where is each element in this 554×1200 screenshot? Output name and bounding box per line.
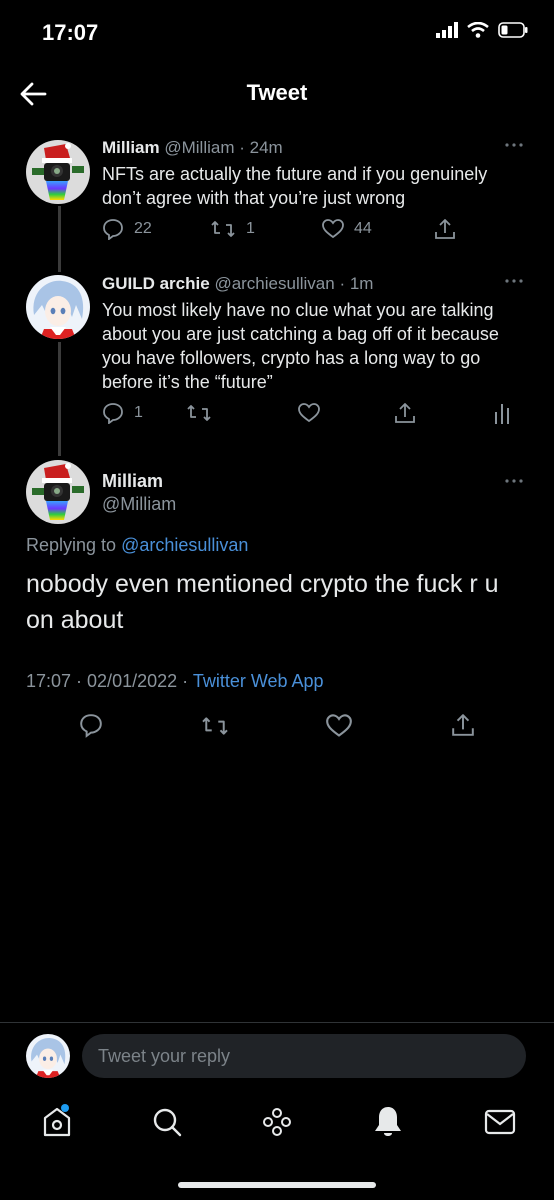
reply-icon [102,218,124,240]
main-tweet-text: nobody even mentioned crypto the fuck r … [26,570,499,634]
home-icon[interactable] [42,1104,72,1138]
retweet-count: 1 [246,220,255,237]
tweet-actions: 22 1 44 [102,218,482,240]
notifications-icon[interactable] [373,1105,403,1139]
share-icon [434,218,456,240]
like-button[interactable] [298,403,394,423]
notification-dot [61,1104,69,1112]
messages-icon[interactable] [484,1108,516,1136]
retweet-button[interactable] [186,402,298,424]
search-icon[interactable] [151,1106,183,1138]
more-icon[interactable] [504,476,524,486]
tweet-source[interactable]: Twitter Web App [193,671,324,691]
tweet-text: NFTs are actually the future and if you … [102,164,488,208]
like-button[interactable]: 44 [322,219,434,239]
retweet-icon [210,218,236,240]
tweet-time: · 24m [239,138,283,157]
signal-icon [436,22,458,38]
page-title: Tweet [246,80,308,105]
status-icons [436,22,528,38]
share-icon [394,402,416,424]
like-icon [298,403,320,423]
analytics-button[interactable] [494,402,510,424]
avatar[interactable] [26,460,90,524]
retweet-icon [186,402,212,424]
tweet-timestamp: 17:07 · 02/01/2022 · [26,671,189,691]
tweet-text: You most likely have no clue what you ar… [102,300,499,392]
share-button[interactable] [434,218,456,240]
spaces-icon[interactable] [261,1106,293,1138]
retweet-icon[interactable] [200,714,230,738]
home-indicator [178,1182,376,1188]
reply-icon[interactable] [79,712,103,738]
reply-button[interactable]: 1 [102,402,186,424]
replying-to: Replying to @archiesullivan [26,535,248,556]
retweet-button[interactable]: 1 [210,218,322,240]
wifi-icon [467,22,489,38]
share-button[interactable] [394,402,494,424]
display-name[interactable]: Milliam [102,471,163,492]
share-icon[interactable] [451,712,475,738]
user-handle[interactable]: @Milliam [164,138,234,157]
display-name[interactable]: GUILD archie [102,274,210,293]
avatar[interactable] [26,275,90,339]
reply-icon [102,402,124,424]
tweet-time: · 1m [339,274,374,293]
like-count: 44 [354,220,372,237]
tweet-actions: 1 [102,402,522,424]
like-icon[interactable] [326,714,352,738]
avatar[interactable] [26,1034,70,1078]
user-handle[interactable]: @Milliam [102,494,176,515]
replying-to-label: Replying to [26,535,117,555]
thread-line [58,206,61,272]
display-name[interactable]: Milliam [102,138,160,157]
reply-button[interactable]: 22 [102,218,210,240]
thread-line [58,342,61,456]
more-icon[interactable] [504,276,524,286]
avatar[interactable] [26,140,90,204]
tweet-header: Milliam @Milliam · 24m [102,138,283,158]
divider [0,1022,554,1023]
analytics-icon [494,402,510,424]
status-time: 17:07 [42,20,99,45]
battery-icon [498,22,528,38]
replying-to-link[interactable]: @archiesullivan [121,535,248,555]
tweet-header: GUILD archie @archiesullivan · 1m [102,274,373,294]
user-handle[interactable]: @archiesullivan [214,274,334,293]
reply-input[interactable]: Tweet your reply [82,1034,526,1078]
reply-count: 1 [134,404,143,421]
reply-count: 22 [134,220,152,237]
more-icon[interactable] [504,140,524,150]
tweet-timestamp-line: 17:07 · 02/01/2022 · Twitter Web App [26,671,324,692]
like-icon [322,219,344,239]
